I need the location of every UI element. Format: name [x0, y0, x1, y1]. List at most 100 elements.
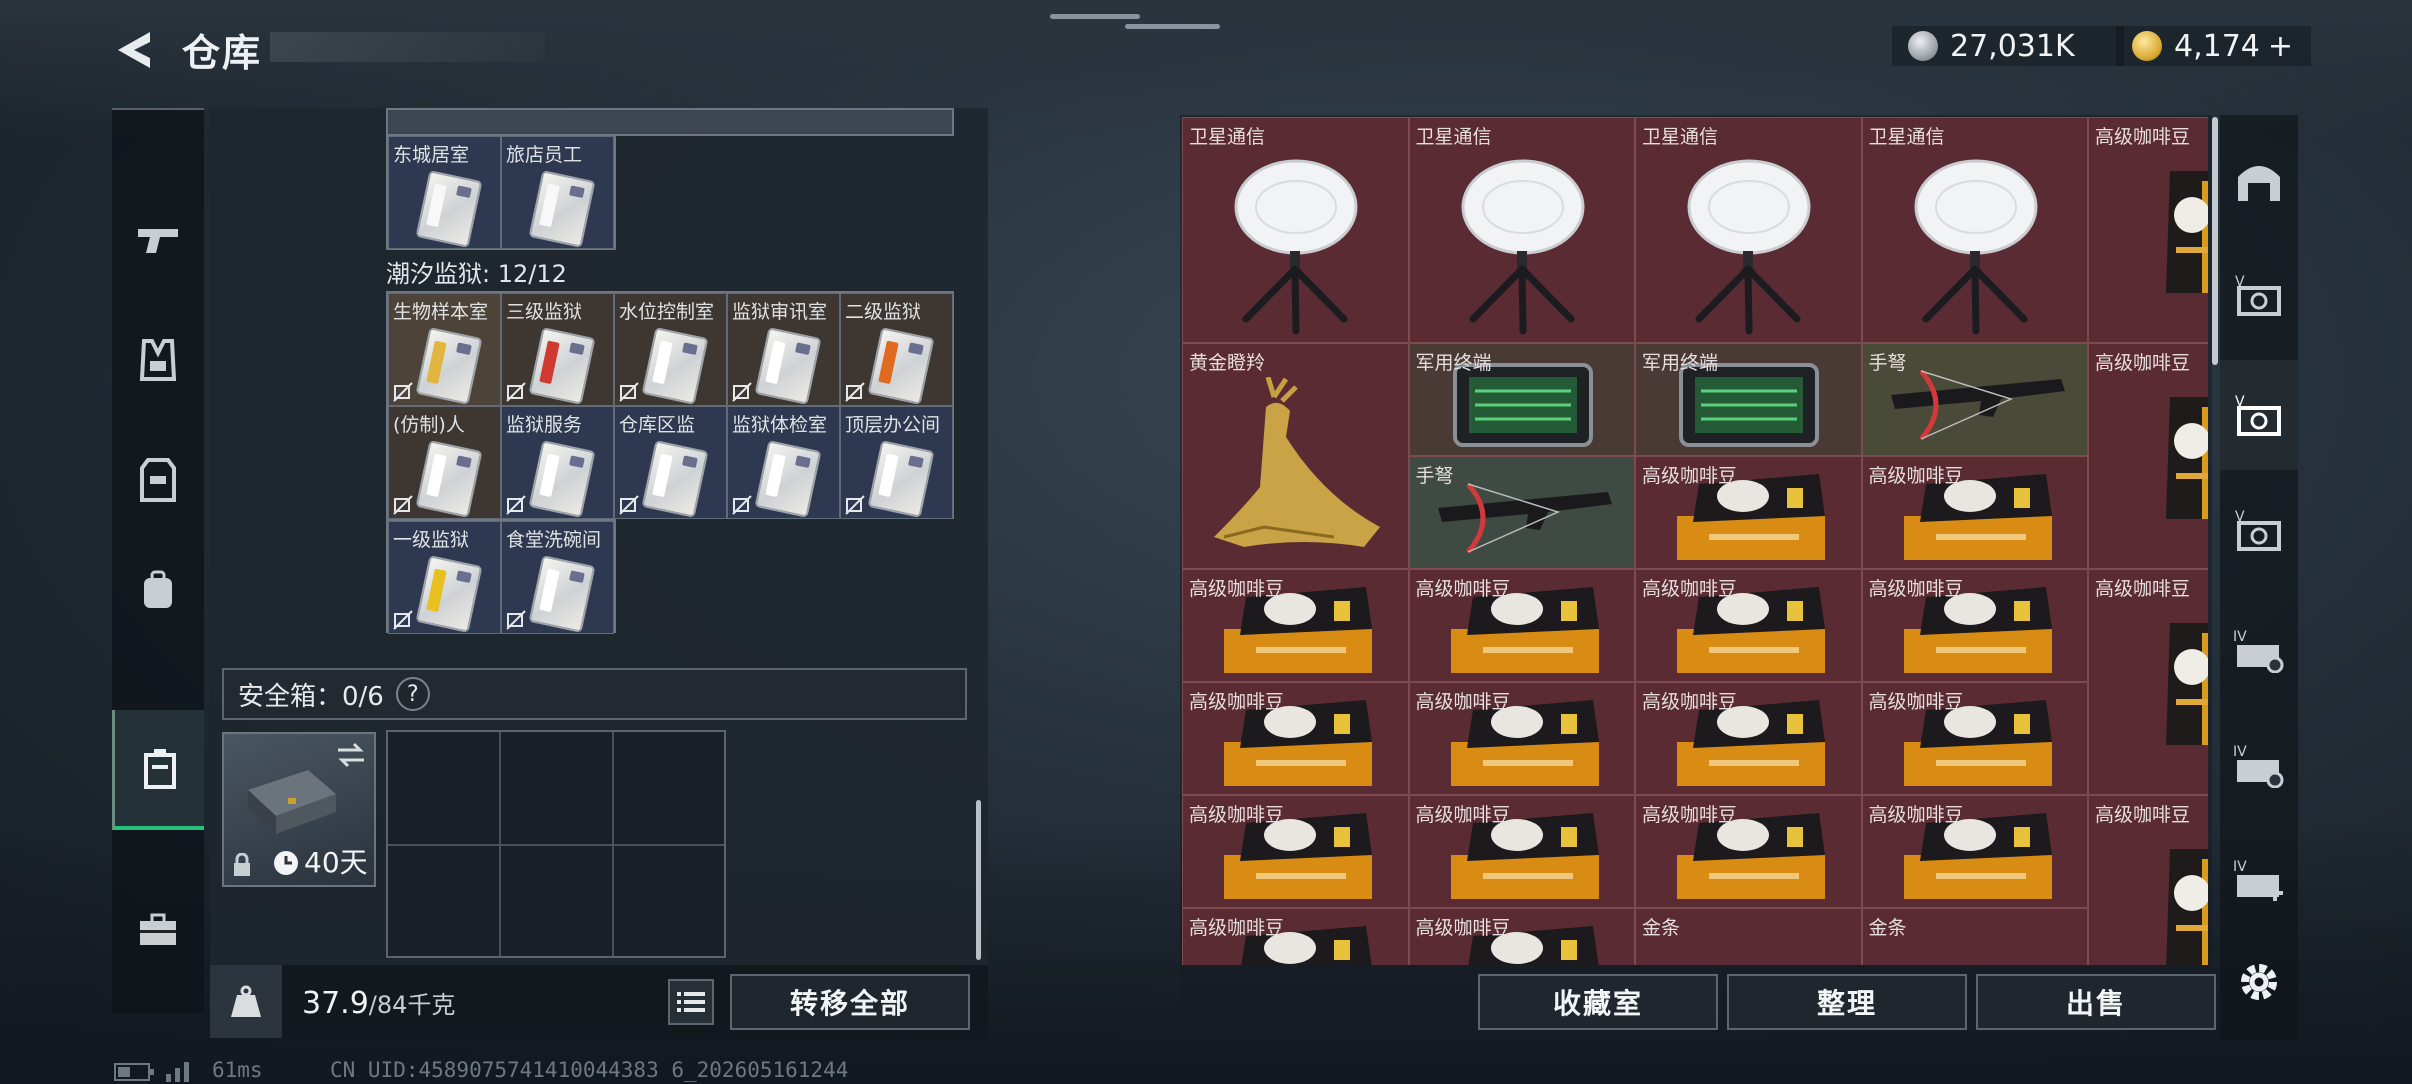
- storage-tab-home[interactable]: [2220, 125, 2298, 235]
- stash-item-grid[interactable]: 卫星通信 卫星通信 卫星通信 卫星通信 高级咖啡豆 黄金瞪羚 军用终端 军用终端 手弩 高级咖啡豆…: [1182, 117, 2208, 965]
- stash-item[interactable]: 卫星通信: [1408, 117, 1635, 343]
- stash-item[interactable]: 高级咖啡豆: [1182, 682, 1409, 795]
- settings-button[interactable]: [2220, 927, 2298, 1037]
- stash-item[interactable]: 高级咖啡豆: [1182, 569, 1409, 682]
- keycard-slot[interactable]: 仓库区监: [614, 406, 727, 519]
- svg-text:IV: IV: [2233, 629, 2247, 645]
- keycard-slot[interactable]: 二级监狱: [840, 293, 953, 406]
- sell-button[interactable]: 出售: [1976, 974, 2216, 1030]
- stash-item[interactable]: 金条: [1861, 908, 2088, 965]
- crossbow-image: [1437, 481, 1612, 554]
- stash-item[interactable]: 高级咖啡豆: [1635, 456, 1862, 569]
- help-button[interactable]: ?: [395, 677, 430, 711]
- stash-item[interactable]: 高级咖啡豆: [1408, 682, 1635, 795]
- no-share-icon: [506, 382, 526, 402]
- no-share-icon: [845, 495, 865, 515]
- stash-item[interactable]: 金条: [1635, 908, 1862, 965]
- nav-backpack[interactable]: [112, 530, 204, 650]
- keycard-label: 仓库区监: [619, 414, 696, 436]
- stash-item[interactable]: 卫星通信: [1635, 117, 1862, 343]
- safe-box-grid[interactable]: [386, 730, 726, 958]
- stash-item[interactable]: 军用终端: [1635, 343, 1862, 456]
- stash-item[interactable]: 军用终端: [1408, 343, 1635, 456]
- keycard-slot[interactable]: 监狱体检室: [727, 406, 840, 519]
- toolbox-icon: [140, 913, 176, 945]
- stash-item[interactable]: 高级咖啡豆: [1408, 795, 1635, 908]
- stash-item[interactable]: 高级咖啡豆: [1635, 569, 1862, 682]
- nav-toolbox[interactable]: [112, 870, 204, 990]
- storage-tab-3[interactable]: V: [2220, 475, 2298, 585]
- storage-tab-5[interactable]: IV: [2220, 710, 2298, 820]
- storage-tab-add[interactable]: IV: [2220, 825, 2298, 935]
- stash-item-label: 高级咖啡豆: [1189, 691, 1285, 713]
- transfer-all-button[interactable]: 转移全部: [730, 974, 970, 1030]
- stash-item[interactable]: 高级咖啡豆: [1635, 682, 1862, 795]
- stash-item[interactable]: 高级咖啡豆: [2088, 117, 2208, 343]
- stash-item-label: 高级咖啡豆: [2095, 352, 2191, 374]
- stash-item[interactable]: 高级咖啡豆: [1861, 569, 2088, 682]
- keycard-label: 一级监狱: [393, 529, 470, 551]
- stash-item[interactable]: 高级咖啡豆: [2088, 343, 2208, 569]
- stash-item-label: 高级咖啡豆: [2095, 804, 2191, 826]
- stash-item[interactable]: 手弩: [1408, 456, 1635, 569]
- nav-chest-rig[interactable]: [112, 300, 204, 420]
- nav-weapon[interactable]: [112, 180, 204, 300]
- left-category-nav: [112, 108, 204, 1013]
- safe-case-item[interactable]: 40天: [222, 732, 376, 887]
- keycard-slot[interactable]: 旅店员工: [501, 136, 614, 249]
- stash-item[interactable]: 高级咖啡豆: [1861, 682, 2088, 795]
- storage-v-active-icon: V: [2235, 394, 2281, 436]
- title-underlay: [270, 32, 545, 62]
- keycard-label: 三级监狱: [506, 301, 583, 323]
- storage-iv2-icon: IV: [2233, 744, 2284, 788]
- list-icon: [677, 992, 705, 1012]
- stash-item[interactable]: 高级咖啡豆: [1182, 908, 1409, 965]
- stash-item-label: 高级咖啡豆: [1642, 578, 1738, 600]
- keycard-slot[interactable]: 监狱审讯室: [727, 293, 840, 406]
- back-arrow-icon[interactable]: [112, 28, 158, 72]
- storage-iv-add-icon: IV: [2233, 859, 2283, 901]
- stash-item[interactable]: 手弩: [1861, 343, 2088, 456]
- no-share-icon: [393, 610, 413, 630]
- stash-item[interactable]: 黄金瞪羚: [1182, 343, 1409, 569]
- stash-item[interactable]: 高级咖啡豆: [2088, 569, 2208, 795]
- stash-item-label: 金条: [1642, 917, 1681, 939]
- storage-tab-1[interactable]: V: [2220, 240, 2298, 350]
- keycard-slot[interactable]: 食堂洗碗间: [501, 521, 614, 634]
- keycard-label: 监狱审讯室: [732, 301, 828, 323]
- collection-room-button[interactable]: 收藏室: [1478, 974, 1718, 1030]
- stash-item[interactable]: 高级咖啡豆: [1635, 795, 1862, 908]
- keycard-icon: [415, 327, 483, 405]
- stash-scrollbar[interactable]: [2212, 117, 2218, 365]
- gold-currency[interactable]: 4,174 +: [2116, 26, 2311, 66]
- nav-armor[interactable]: [112, 420, 204, 540]
- add-currency-button[interactable]: +: [2268, 29, 2293, 64]
- stash-item[interactable]: 高级咖啡豆: [1182, 795, 1409, 908]
- sort-button[interactable]: 整理: [1727, 974, 1967, 1030]
- keycard-slot[interactable]: 一级监狱: [388, 521, 501, 634]
- stash-item[interactable]: 高级咖啡豆: [1861, 795, 2088, 908]
- left-scrollbar[interactable]: [976, 800, 981, 960]
- keycard-slot[interactable]: 三级监狱: [501, 293, 614, 406]
- nav-safe-case[interactable]: [112, 710, 204, 830]
- signal-icon: [166, 1062, 189, 1082]
- swap-icon[interactable]: [336, 742, 366, 768]
- keycard-slot[interactable]: 监狱服务: [501, 406, 614, 519]
- stash-item[interactable]: 高级咖啡豆: [2088, 795, 2208, 965]
- keycard-icon: [415, 170, 483, 248]
- keycard-icon: [528, 440, 596, 518]
- list-view-button[interactable]: [668, 979, 714, 1025]
- storage-tab-4[interactable]: IV: [2220, 595, 2298, 705]
- keycard-slot[interactable]: 东城居室: [388, 136, 501, 249]
- keycard-slot[interactable]: 顶层办公间: [840, 406, 953, 519]
- keycard-slot[interactable]: (仿制)人: [388, 406, 501, 519]
- stash-item-label: 卫星通信: [1415, 126, 1492, 148]
- stash-item[interactable]: 卫星通信: [1182, 117, 1409, 343]
- stash-item[interactable]: 高级咖啡豆: [1861, 456, 2088, 569]
- storage-tab-2[interactable]: V: [2220, 360, 2298, 470]
- stash-item[interactable]: 高级咖啡豆: [1408, 908, 1635, 965]
- stash-item[interactable]: 卫星通信: [1861, 117, 2088, 343]
- keycard-slot[interactable]: 水位控制室: [614, 293, 727, 406]
- keycard-slot[interactable]: 生物样本室: [388, 293, 501, 406]
- stash-item[interactable]: 高级咖啡豆: [1408, 569, 1635, 682]
